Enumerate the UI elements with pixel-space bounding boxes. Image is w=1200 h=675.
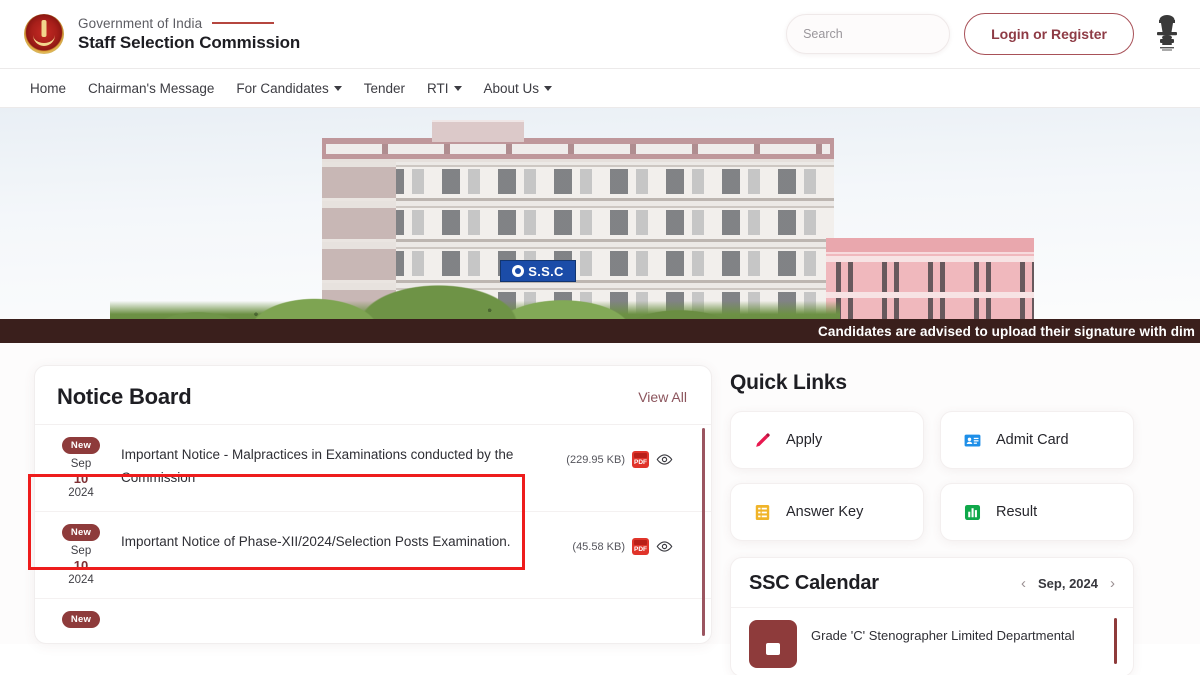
notice-title-link[interactable] bbox=[107, 611, 695, 617]
ssc-building-signboard: S.S.C bbox=[500, 260, 576, 282]
nav-item-home[interactable]: Home bbox=[30, 81, 66, 96]
calendar-scrollbar[interactable] bbox=[1114, 618, 1117, 664]
notice-meta: (229.95 KB) PDF bbox=[566, 437, 695, 468]
calendar-month-label: Sep, 2024 bbox=[1038, 576, 1098, 591]
chevron-down-icon bbox=[544, 86, 552, 91]
nav-item-chairmans-message[interactable]: Chairman's Message bbox=[88, 81, 214, 96]
search-box[interactable] bbox=[786, 14, 950, 54]
notice-month: Sep bbox=[71, 545, 91, 557]
national-emblem-icon bbox=[1154, 13, 1180, 55]
calendar-date-tile[interactable] bbox=[749, 620, 797, 668]
notice-date-column: New Sep 10 2024 bbox=[55, 524, 107, 586]
ssc-sign-text: S.S.C bbox=[528, 264, 563, 279]
gov-of-india-label: Government of India bbox=[78, 16, 202, 31]
bar-chart-icon bbox=[963, 503, 982, 522]
nav-item-tender[interactable]: Tender bbox=[364, 81, 405, 96]
table-row[interactable]: New Sep 10 2024 Important Notice of Phas… bbox=[35, 512, 711, 599]
quick-link-apply[interactable]: Apply bbox=[730, 411, 924, 469]
notice-board-title: Notice Board bbox=[57, 384, 192, 410]
quick-link-label: Answer Key bbox=[786, 504, 863, 520]
document-list-icon bbox=[753, 503, 772, 522]
chevron-down-icon bbox=[334, 86, 342, 91]
table-row[interactable]: New Sep 10 2024 Important Notice - Malpr… bbox=[35, 425, 711, 512]
file-size-label: (229.95 KB) bbox=[566, 454, 625, 466]
chevron-left-icon[interactable]: ‹ bbox=[1021, 576, 1026, 591]
notice-year: 2024 bbox=[68, 574, 94, 586]
pdf-icon[interactable]: PDF bbox=[632, 538, 649, 555]
quick-link-label: Result bbox=[996, 504, 1037, 520]
notice-meta: (45.58 KB) PDF bbox=[572, 524, 695, 555]
login-or-register-button[interactable]: Login or Register bbox=[964, 13, 1134, 55]
notice-day: 10 bbox=[74, 558, 88, 573]
main-content: Notice Board View All New Sep 10 2024 Im… bbox=[0, 343, 1200, 644]
quick-link-label: Apply bbox=[786, 432, 822, 448]
ssc-sign-emblem-icon bbox=[512, 265, 524, 277]
ssc-calendar-card: SSC Calendar ‹ Sep, 2024 › Grade 'C' Ste… bbox=[730, 557, 1134, 675]
notice-board-column: Notice Board View All New Sep 10 2024 Im… bbox=[34, 365, 712, 644]
notice-month: Sep bbox=[71, 458, 91, 470]
nav-label: Tender bbox=[364, 81, 405, 96]
nav-label: Chairman's Message bbox=[88, 81, 214, 96]
quick-link-answer-key[interactable]: Answer Key bbox=[730, 483, 924, 541]
notice-year: 2024 bbox=[68, 487, 94, 499]
gov-line: Government of India bbox=[78, 16, 300, 31]
status-badge: New bbox=[62, 524, 100, 541]
calendar-header: SSC Calendar ‹ Sep, 2024 › bbox=[731, 558, 1133, 608]
brand-text: Government of India Staff Selection Comm… bbox=[78, 16, 300, 53]
nav-item-for-candidates[interactable]: For Candidates bbox=[236, 81, 341, 96]
notice-date-column: New Sep 10 2024 bbox=[55, 437, 107, 499]
notice-day: 10 bbox=[74, 471, 88, 486]
nav-item-rti[interactable]: RTI bbox=[427, 81, 462, 96]
notice-board-card: Notice Board View All New Sep 10 2024 Im… bbox=[34, 365, 712, 644]
nav-item-about-us[interactable]: About Us bbox=[484, 81, 553, 96]
header-actions: Login or Register bbox=[786, 13, 1180, 55]
quick-link-admit-card[interactable]: Admit Card bbox=[940, 411, 1134, 469]
quick-link-result[interactable]: Result bbox=[940, 483, 1134, 541]
chevron-right-icon[interactable]: › bbox=[1110, 576, 1115, 591]
notice-date-column: New bbox=[55, 611, 107, 628]
building-penthouse bbox=[432, 120, 524, 142]
quick-links-grid: Apply Admit Card bbox=[730, 411, 1134, 541]
quick-links-title: Quick Links bbox=[730, 371, 1134, 395]
right-wing-parapet bbox=[826, 238, 1034, 254]
page-title: Staff Selection Commission bbox=[78, 33, 300, 53]
ticker-text: Candidates are advised to upload their s… bbox=[0, 324, 1195, 339]
eye-icon[interactable] bbox=[656, 538, 673, 555]
building-parapet bbox=[322, 138, 834, 162]
status-badge: New bbox=[62, 611, 100, 628]
site-header: Government of India Staff Selection Comm… bbox=[0, 0, 1200, 68]
search-input[interactable] bbox=[803, 27, 964, 41]
calendar-event-title[interactable]: Grade 'C' Stenographer Limited Departmen… bbox=[797, 620, 1133, 668]
nav-label: About Us bbox=[484, 81, 540, 96]
brand-block[interactable]: Government of India Staff Selection Comm… bbox=[24, 14, 300, 54]
nav-label: RTI bbox=[427, 81, 449, 96]
main-nav: Home Chairman's Message For Candidates T… bbox=[0, 68, 1200, 108]
id-card-icon bbox=[963, 431, 982, 450]
status-badge: New bbox=[62, 437, 100, 454]
notice-board-header: Notice Board View All bbox=[35, 366, 711, 425]
table-row[interactable]: New bbox=[35, 599, 711, 644]
eye-icon[interactable] bbox=[656, 451, 673, 468]
sidebar-column: Quick Links Apply Admit Card bbox=[730, 365, 1134, 644]
notice-board-scrollbar[interactable] bbox=[702, 428, 705, 636]
chevron-down-icon bbox=[454, 86, 462, 91]
notice-title-link[interactable]: Important Notice - Malpractices in Exami… bbox=[107, 437, 566, 489]
hero-banner: S.S.C Candidates are advised to upload t… bbox=[0, 108, 1200, 343]
calendar-body: Grade 'C' Stenographer Limited Departmen… bbox=[731, 608, 1133, 668]
parapet-railing bbox=[326, 144, 830, 154]
brand-divider-rule bbox=[212, 22, 274, 24]
notice-list: New Sep 10 2024 Important Notice - Malpr… bbox=[35, 425, 711, 644]
pdf-icon[interactable]: PDF bbox=[632, 451, 649, 468]
announcement-ticker: Candidates are advised to upload their s… bbox=[0, 319, 1200, 343]
notice-title-link[interactable]: Important Notice of Phase-XII/2024/Selec… bbox=[107, 524, 572, 553]
calendar-nav: ‹ Sep, 2024 › bbox=[1021, 576, 1115, 591]
calendar-title: SSC Calendar bbox=[749, 572, 879, 595]
nav-label: Home bbox=[30, 81, 66, 96]
file-size-label: (45.58 KB) bbox=[572, 541, 625, 553]
view-all-link[interactable]: View All bbox=[638, 389, 687, 405]
quick-link-label: Admit Card bbox=[996, 432, 1069, 448]
pen-icon bbox=[753, 431, 772, 450]
ssc-logo-icon bbox=[24, 14, 64, 54]
nav-label: For Candidates bbox=[236, 81, 328, 96]
